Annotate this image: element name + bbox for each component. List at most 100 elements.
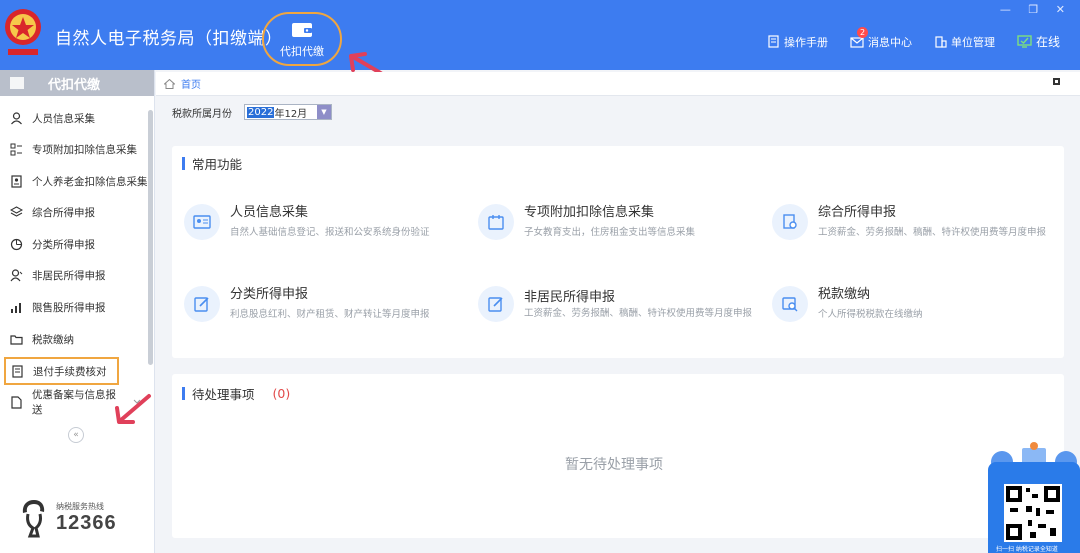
person-icon	[11, 111, 22, 124]
pending-empty-text: 暂无待处理事项	[565, 457, 663, 473]
function-desc: 子女教育支出，住房租金支出等信息采集	[524, 227, 696, 238]
period-year: 2022	[247, 106, 275, 118]
sidebar-item-refund-fee-check[interactable]: 退付手续费核对	[4, 357, 119, 385]
function-desc: 个人所得税税款在线缴纳	[818, 309, 923, 320]
sidebar-item-label: 非居民所得申报	[32, 269, 106, 282]
sidebar-item-label: 退付手续费核对	[33, 365, 107, 378]
hotline-caption: 纳税服务热线	[56, 502, 104, 511]
message-badge: 2	[856, 26, 869, 38]
edit-icon	[184, 286, 220, 322]
unit-management-button[interactable]: 单位管理	[934, 34, 995, 50]
sidebar: 代扣代缴 人员信息采集 专项附加扣除信息采集 个人养老金扣除信息采集 综合所得申…	[0, 70, 155, 553]
app-header: 自然人电子税务局（扣缴端） 代扣代缴 — ❐ ✕ 操作手册 2 消息中心 单位管…	[0, 0, 1080, 80]
function-classified-income[interactable]: 分类所得申报 利息股息红利、财产租赁、财产转让等月度申报	[178, 272, 463, 352]
tax-search-icon	[772, 286, 808, 322]
manual-icon	[768, 35, 779, 48]
home-icon	[164, 78, 175, 89]
sidebar-item-label: 综合所得申报	[32, 206, 95, 219]
function-desc: 工资薪金、劳务报酬、稿酬、特许权使用费等月度申报	[524, 308, 753, 319]
function-tax-payment[interactable]: 税款缴纳 个人所得税税款在线缴纳	[766, 272, 1051, 352]
pending-title: 待处理事项 (0)	[182, 384, 290, 403]
pending-count: (0)	[272, 386, 291, 401]
message-label: 消息中心	[867, 35, 912, 49]
function-desc: 利息股息红利、财产租赁、财产转让等月度申报	[230, 309, 430, 320]
online-status: 在线	[1017, 33, 1060, 50]
sidebar-item-label: 人员信息采集	[32, 112, 95, 125]
function-special-deduction[interactable]: 专项附加扣除信息采集 子女教育支出，住房租金支出等信息采集	[472, 190, 757, 270]
qr-caption: 扫一扫 纳税记录全知道	[996, 546, 1058, 553]
module-withholding-button[interactable]: 代扣代缴	[262, 12, 342, 66]
menu-icon	[10, 77, 24, 89]
folder-icon	[10, 334, 23, 345]
calendar-icon	[478, 204, 514, 240]
function-name: 分类所得申报	[230, 287, 309, 302]
grid-list-icon	[10, 143, 22, 155]
collapse-sidebar-button[interactable]: «	[68, 427, 84, 443]
hotline: 纳税服务热线 12366	[18, 498, 117, 538]
function-desc: 自然人基础信息登记、报送和公安系统身份验证	[230, 227, 430, 238]
document-icon	[11, 395, 22, 409]
bar-chart-icon	[11, 302, 21, 313]
common-functions-title: 常用功能	[182, 154, 242, 173]
sidebar-item-nonresident[interactable]: 非居民所得申报	[0, 261, 150, 289]
online-label: 在线	[1035, 35, 1060, 49]
sidebar-item-label: 税款缴纳	[32, 333, 74, 346]
sidebar-scrollbar[interactable]	[148, 110, 153, 365]
unit-management-label: 单位管理	[950, 35, 995, 49]
pie-icon	[10, 238, 23, 250]
breadcrumb-home[interactable]: 首页	[181, 76, 201, 91]
function-person-info[interactable]: 人员信息采集 自然人基础信息登记、报送和公安系统身份验证	[178, 190, 463, 270]
sidebar-item-label: 专项附加扣除信息采集	[32, 143, 137, 156]
manual-label: 操作手册	[783, 35, 828, 49]
function-name: 专项附加扣除信息采集	[524, 205, 655, 220]
breadcrumb: 首页	[156, 72, 1080, 96]
function-desc: 工资薪金、劳务报酬、稿酬、特许权使用费等月度申报	[818, 227, 1047, 238]
sidebar-item-pension[interactable]: 个人养老金扣除信息采集	[0, 167, 150, 195]
sidebar-item-tax-payment[interactable]: 税款缴纳	[0, 325, 150, 353]
refund-doc-icon	[12, 364, 23, 378]
sidebar-title: 代扣代缴	[48, 77, 101, 93]
period-month: 年12月	[274, 108, 308, 120]
common-functions-panel: 常用功能 人员信息采集 自然人基础信息登记、报送和公安系统身份验证 专项附加扣除…	[172, 146, 1064, 358]
window-controls[interactable]: — ❐ ✕	[1000, 3, 1072, 16]
hotline-number: 12366	[56, 512, 117, 534]
sidebar-item-label: 个人养老金扣除信息采集	[32, 175, 148, 188]
period-select[interactable]: 2022 年12月 ▼	[244, 104, 332, 120]
sidebar-item-label: 优惠备案与信息报送	[32, 389, 116, 416]
function-name: 非居民所得申报	[524, 290, 616, 305]
pension-card-icon	[11, 174, 22, 188]
sidebar-item-label: 分类所得申报	[32, 238, 95, 251]
module-label: 代扣代缴	[280, 45, 324, 58]
tax-period-selector: 税款所属月份 2022 年12月 ▼	[172, 104, 332, 120]
layers-icon	[10, 205, 23, 217]
wallet-icon	[292, 23, 312, 37]
sidebar-item-restricted-stock[interactable]: 限售股所得申报	[0, 293, 150, 321]
qr-code-icon	[1004, 484, 1062, 542]
sidebar-item-classified[interactable]: 分类所得申报	[0, 230, 150, 258]
tax-emblem-logo	[5, 9, 41, 55]
function-name: 人员信息采集	[230, 205, 309, 220]
qr-widget[interactable]: 扫一扫 纳税记录全知道	[988, 440, 1080, 553]
doc-settings-icon	[772, 204, 808, 240]
function-comprehensive-income[interactable]: 综合所得申报 工资薪金、劳务报酬、稿酬、特许权使用费等月度申报	[766, 190, 1051, 270]
annotation-arrow-side	[115, 394, 151, 424]
function-name: 税款缴纳	[818, 287, 871, 302]
sidebar-item-comprehensive[interactable]: 综合所得申报	[0, 198, 150, 226]
building-icon	[935, 36, 947, 48]
dropdown-icon[interactable]: ▼	[317, 105, 331, 119]
maximize-icon[interactable]	[1053, 78, 1060, 85]
sidebar-item-label: 限售股所得申报	[32, 301, 106, 314]
manual-button[interactable]: 操作手册	[767, 34, 828, 50]
sidebar-header: 代扣代缴	[0, 70, 154, 96]
edit-icon	[478, 286, 514, 322]
period-label: 税款所属月份	[172, 108, 232, 120]
sidebar-item-person-info[interactable]: 人员信息采集	[0, 104, 150, 132]
message-center-button[interactable]: 2 消息中心	[850, 26, 912, 50]
header-toolbar: 操作手册 2 消息中心 单位管理 在线	[745, 26, 1060, 50]
nonresident-icon	[10, 268, 23, 281]
app-title: 自然人电子税务局（扣缴端）	[55, 29, 283, 49]
id-card-icon	[184, 204, 220, 240]
monitor-icon	[1017, 35, 1032, 48]
function-nonresident-income[interactable]: 非居民所得申报 工资薪金、劳务报酬、稿酬、特许权使用费等月度申报	[472, 264, 757, 344]
sidebar-item-special-deduction[interactable]: 专项附加扣除信息采集	[0, 135, 150, 163]
